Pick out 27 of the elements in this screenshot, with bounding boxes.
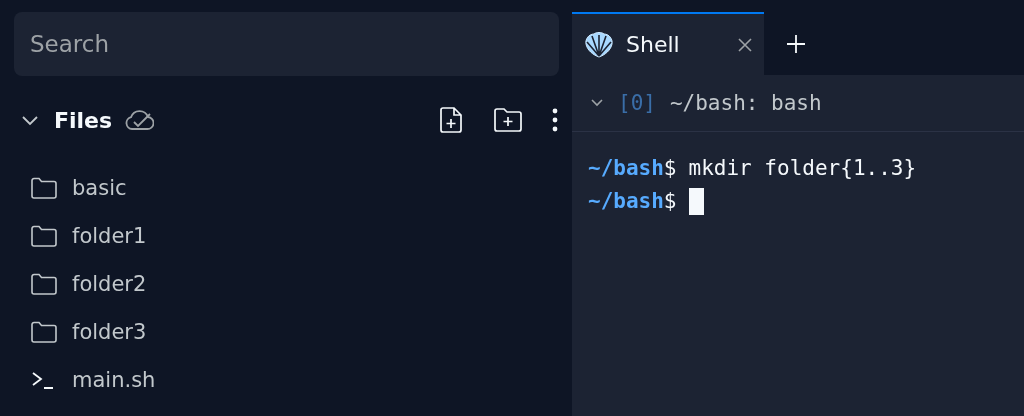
prompt-symbol: $ (663, 155, 677, 182)
chevron-icon[interactable] (590, 98, 604, 108)
file-item[interactable]: main.sh (14, 356, 559, 404)
shell-icon (584, 30, 614, 59)
folder-icon (30, 175, 58, 201)
plus-icon (786, 33, 806, 54)
file-item[interactable]: folder3 (14, 308, 559, 356)
folder-icon (30, 319, 58, 345)
shell-tab[interactable]: Shell (572, 12, 764, 75)
cloud-check-icon (124, 108, 155, 132)
new-folder-button[interactable] (493, 107, 523, 133)
session-index: [0] (618, 91, 656, 115)
folder-icon (30, 271, 58, 297)
more-button[interactable] (551, 107, 559, 133)
file-item[interactable]: basic (14, 164, 559, 212)
search-field[interactable]: Search (14, 12, 559, 76)
session-title: ~/bash: bash (669, 91, 822, 115)
prompt-path: ~/bash (588, 188, 664, 215)
command-text: mkdir folder{1..3} (688, 155, 917, 182)
file-item[interactable]: folder2 (14, 260, 559, 308)
file-item[interactable]: folder1 (14, 212, 559, 260)
folder-icon (30, 223, 58, 249)
prompt-symbol: $ (663, 188, 677, 215)
files-title: Files (54, 107, 113, 133)
close-icon[interactable] (738, 37, 752, 52)
new-file-button[interactable] (439, 106, 465, 134)
prompt-path: ~/bash (588, 155, 664, 182)
